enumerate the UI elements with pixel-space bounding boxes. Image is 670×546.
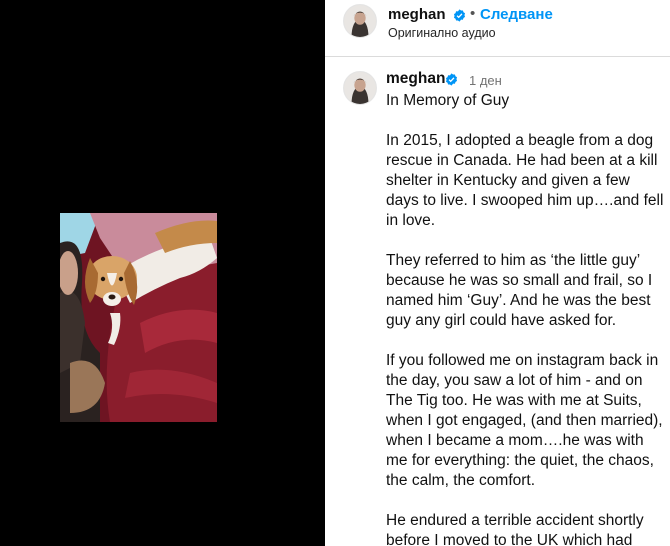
caption-author-username[interactable]: meghan [386, 70, 445, 88]
caption-text: In Memory of Guy In 2015, I adopted a be… [386, 91, 666, 546]
media-pane [0, 0, 325, 546]
verified-badge-icon [453, 9, 466, 22]
caption-paragraph: In 2015, I adopted a beagle from a dog r… [386, 132, 664, 229]
avatar-image [344, 72, 376, 104]
author-username[interactable]: meghan [388, 6, 446, 23]
caption-paragraph: If you followed me on instagram back in … [386, 352, 663, 489]
verified-badge-icon [445, 73, 458, 86]
beagle-photo-image [60, 213, 217, 422]
avatar-image [344, 5, 376, 37]
caption-author-avatar[interactable] [343, 71, 377, 105]
caption-paragraph: In Memory of Guy [386, 92, 510, 109]
post-header: meghan • Следване Оригинално аудио [325, 0, 670, 57]
post-caption-section: meghan 1 ден In Memory of Guy In 2015, I… [325, 58, 670, 546]
post-photo[interactable] [60, 213, 217, 422]
author-avatar[interactable] [343, 4, 377, 38]
caption-paragraph: He endured a terrible accident shortly b… [386, 512, 644, 546]
post-timestamp[interactable]: 1 ден [469, 73, 502, 88]
original-audio-link[interactable]: Оригинално аудио [388, 26, 496, 40]
caption-paragraph: They referred to him as ‘the little guy’… [386, 252, 653, 329]
separator-dot: • [470, 5, 476, 22]
follow-button[interactable]: Следване [480, 6, 553, 23]
post-side-panel: meghan • Следване Оригинално аудио megha… [325, 0, 670, 546]
